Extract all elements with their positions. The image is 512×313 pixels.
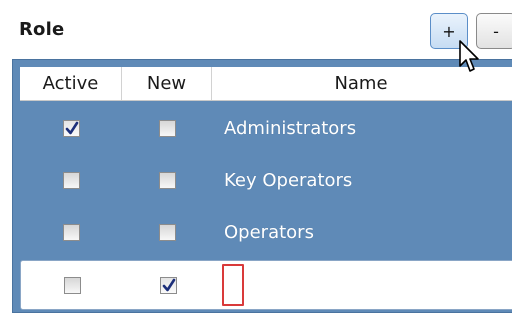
active-checkbox[interactable] (62, 171, 80, 189)
active-checkbox[interactable] (63, 276, 81, 294)
role-name: Administrators (224, 117, 357, 139)
role-name: Operators (224, 221, 314, 243)
section-title: Role (19, 19, 65, 40)
grid-header: Active New Name (20, 67, 512, 101)
table-row[interactable]: Key Operators (20, 156, 512, 204)
column-header-active[interactable]: Active (20, 67, 122, 100)
role-name: Key Operators (224, 169, 353, 191)
active-checkbox[interactable] (62, 119, 80, 137)
checkmark-icon (162, 278, 175, 291)
checkmark-icon (65, 121, 78, 134)
new-table-row[interactable] (20, 260, 512, 310)
new-checkbox[interactable] (158, 223, 176, 241)
table-row[interactable]: Operators (20, 208, 512, 256)
new-checkbox[interactable] (158, 171, 176, 189)
mouse-cursor-icon (459, 40, 479, 72)
column-header-new[interactable]: New (122, 67, 212, 100)
active-checkbox[interactable] (62, 223, 80, 241)
new-checkbox[interactable] (158, 119, 176, 137)
table-row[interactable]: Administrators (20, 104, 512, 152)
roles-grid: Active New Name Administrators Key Opera… (12, 59, 512, 313)
role-name-input[interactable] (222, 264, 244, 306)
new-checkbox[interactable] (159, 276, 177, 294)
